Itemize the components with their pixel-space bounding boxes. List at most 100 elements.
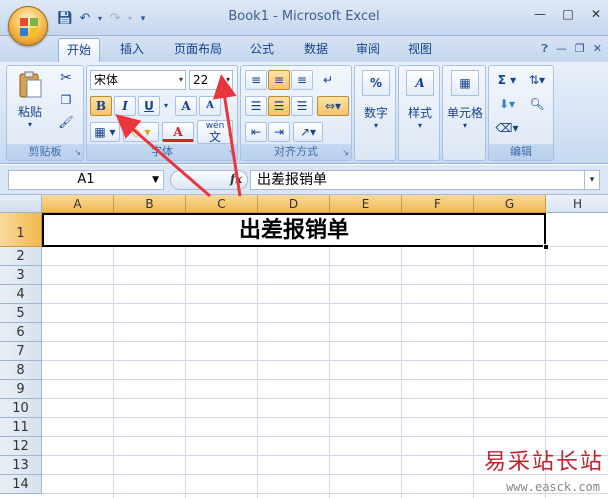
gridline-horizontal [42,436,608,437]
chevron-down-icon: ▾ [373,121,378,130]
column-header-c[interactable]: C [186,195,258,213]
cut-icon[interactable]: ✂ [55,68,77,88]
tab-page-layout[interactable]: 页面布局 [166,38,230,62]
align-middle-icon[interactable]: ≡ [268,70,290,90]
column-header-a[interactable]: A [42,195,114,213]
formula-input[interactable]: 出差报销单 [250,170,586,190]
tab-view[interactable]: 视图 [398,38,442,62]
orientation-icon[interactable]: ↗▾ [293,122,323,142]
increase-indent-icon[interactable]: ⇥ [268,122,290,142]
tab-data[interactable]: 数据 [294,38,338,62]
chevron-down-icon: ▼ [152,175,159,185]
fill-color-icon[interactable]: ◇ ▾ [123,122,159,142]
tab-insert[interactable]: 插入 [110,38,154,62]
find-select-icon[interactable]: 🔍︎ [523,94,551,114]
number-group: % 数字 ▾ [354,65,396,161]
shrink-font-button[interactable]: A [199,96,221,116]
row-header-11[interactable]: 11 [0,418,42,437]
styles-button[interactable]: A 样式 ▾ [401,70,439,130]
chevron-down-icon: ▾ [225,75,230,84]
tab-formulas[interactable]: 公式 [240,38,284,62]
cells-label: 单元格 [446,106,483,120]
fill-icon[interactable]: ⬇▾ [493,94,521,114]
close-icon[interactable]: ✕ [588,6,604,22]
window-controls: — □ ✕ [532,6,604,22]
column-header-d[interactable]: D [258,195,330,213]
help-icon[interactable]: ❓︎ [541,42,548,56]
font-name-select[interactable]: 宋体 ▾ [90,70,186,90]
styles-icon: A [406,70,434,96]
column-header-h[interactable]: H [546,195,608,213]
format-painter-icon[interactable]: 🖌︎ [55,112,77,132]
paste-button[interactable]: 粘贴 ▾ [13,70,47,129]
row-header-13[interactable]: 13 [0,456,42,475]
row-header-2[interactable]: 2 [0,247,42,266]
row-header-14[interactable]: 14 [0,475,42,494]
phonetic-guide-button[interactable]: wén 文 [197,120,233,144]
align-top-icon[interactable]: ≡ [245,70,267,90]
font-size-select[interactable]: 22 ▾ [189,70,233,90]
row-header-10[interactable]: 10 [0,399,42,418]
copy-icon[interactable]: ❐ [55,90,77,110]
wrap-text-icon[interactable]: ↵ [317,70,339,90]
row-header-9[interactable]: 9 [0,380,42,399]
cells-button[interactable]: ▦ 单元格 ▾ [445,70,485,130]
align-right-icon[interactable]: ☰ [291,96,313,116]
alignment-launcher-icon[interactable]: ↘ [342,148,349,157]
insert-function-button[interactable]: fx [230,172,242,186]
ribbon-window-controls: ❓︎ — ❐ ✕ [541,42,602,56]
name-box[interactable]: A1 ▼ [8,170,164,190]
number-label: 数字 [363,106,388,120]
row-header-1[interactable]: 1 [0,213,42,247]
minimize-icon[interactable]: — [532,6,548,22]
align-bottom-icon[interactable]: ≡ [291,70,313,90]
alignment-group: ≡ ≡ ≡ ↵ ☰ ☰ ☰ ⇔▾ ⇤ ⇥ ↗▾ 对齐方式 ↘ [240,65,352,161]
align-left-icon[interactable]: ☰ [245,96,267,116]
sort-filter-icon[interactable]: ⇅▾ [523,70,551,90]
underline-dropdown-icon[interactable]: ▾ [161,96,171,116]
align-center-icon[interactable]: ☰ [268,96,290,116]
italic-button[interactable]: I [114,96,136,116]
merge-center-icon[interactable]: ⇔▾ [317,96,349,116]
cell-a1-merged[interactable]: 出差报销单 [42,213,546,247]
chevron-down-icon: ▾ [462,121,467,130]
office-button[interactable] [8,6,48,46]
styles-group: A 样式 ▾ [398,65,440,161]
gridline-horizontal [42,284,608,285]
column-header-b[interactable]: B [114,195,186,213]
number-format-button[interactable]: % 数字 ▾ [357,70,395,130]
select-all-corner[interactable] [0,195,42,213]
tab-review[interactable]: 审阅 [346,38,390,62]
row-header-12[interactable]: 12 [0,437,42,456]
minimize-workbook-icon[interactable]: — [556,42,567,56]
clipboard-launcher-icon[interactable]: ↘ [74,148,81,157]
phonetic-char: 文 [208,130,221,144]
grow-font-button[interactable]: A [175,96,197,116]
column-header-f[interactable]: F [402,195,474,213]
font-name-value: 宋体 [94,73,119,87]
font-launcher-icon[interactable]: ↘ [228,148,235,157]
maximize-icon[interactable]: □ [560,6,576,22]
fill-handle[interactable] [543,244,549,250]
watermark-url: www.easck.com [506,480,600,494]
row-header-6[interactable]: 6 [0,323,42,342]
row-header-3[interactable]: 3 [0,266,42,285]
close-workbook-icon[interactable]: ✕ [593,42,602,56]
row-header-7[interactable]: 7 [0,342,42,361]
expand-formula-icon[interactable]: ▾ [584,170,600,190]
underline-button[interactable]: U [138,96,160,116]
clear-icon[interactable]: ⌫▾ [493,118,521,138]
row-header-8[interactable]: 8 [0,361,42,380]
restore-workbook-icon[interactable]: ❐ [575,42,585,56]
bold-button[interactable]: B [90,96,112,116]
font-group: 宋体 ▾ 22 ▾ B I U ▾ A A ▦ ▾ ◇ ▾ A wén 文 字体… [86,65,238,161]
font-color-button[interactable]: A [162,122,194,142]
tab-home[interactable]: 开始 [58,38,100,62]
column-header-g[interactable]: G [474,195,546,213]
autosum-button[interactable]: Σ ▾ [493,70,521,90]
row-header-5[interactable]: 5 [0,304,42,323]
row-header-4[interactable]: 4 [0,285,42,304]
column-header-e[interactable]: E [330,195,402,213]
borders-icon[interactable]: ▦ ▾ [90,122,120,142]
decrease-indent-icon[interactable]: ⇤ [245,122,267,142]
